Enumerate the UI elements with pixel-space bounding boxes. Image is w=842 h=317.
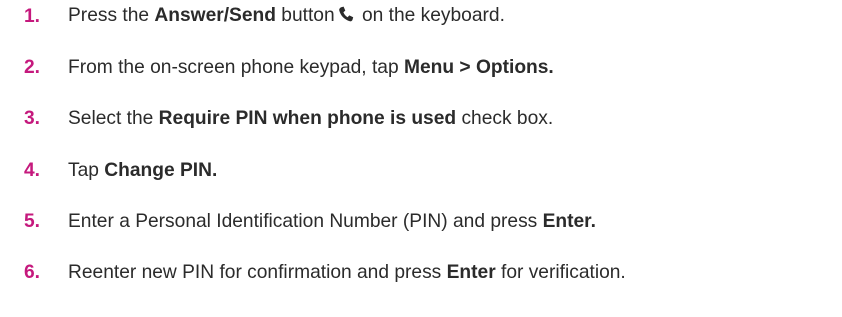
step-number: 1.	[24, 6, 41, 27]
option-name: Require PIN when phone is used	[158, 108, 457, 130]
step-5: 5. Enter a Personal Identification Numbe…	[24, 211, 836, 233]
key-name: Enter	[446, 261, 496, 283]
key-name: Enter.	[542, 210, 596, 232]
step-text-part: for verification.	[495, 261, 626, 283]
step-text: Tap Change PIN.	[68, 160, 217, 182]
step-text: Enter a Personal Identification Number (…	[68, 211, 596, 233]
step-text: Press the Answer/Send button on the keyb…	[68, 5, 505, 29]
step-text-part: Press the	[68, 5, 155, 26]
step-4: 4. Tap Change PIN.	[24, 160, 836, 182]
step-3: 3. Select the Require PIN when phone is …	[24, 108, 836, 130]
step-text-part: Enter a Personal Identification Number (…	[68, 210, 543, 232]
phone-icon	[338, 6, 354, 29]
step-text-part: on the keyboard.	[356, 5, 505, 26]
step-text: From the on-screen phone keypad, tap Men…	[68, 57, 554, 79]
menu-path: Menu > Options.	[403, 57, 554, 79]
step-number: 3.	[24, 108, 41, 130]
step-text-part: check box.	[456, 108, 554, 130]
step-text-part: Tap	[68, 159, 105, 181]
option-name: Change PIN.	[104, 159, 218, 181]
step-text-part: button	[275, 5, 335, 26]
key-name: Answer/Send	[154, 5, 276, 26]
step-number: 6.	[24, 261, 41, 283]
step-text: Select the Require PIN when phone is use…	[68, 108, 553, 130]
step-number: 2.	[24, 57, 41, 79]
step-2: 2. From the on-screen phone keypad, tap …	[24, 57, 836, 79]
step-number: 5.	[24, 210, 41, 232]
step-1: 1. Press the Answer/Send button on the k…	[24, 5, 836, 29]
step-number: 4.	[24, 159, 41, 181]
instruction-steps: 1. Press the Answer/Send button on the k…	[24, 5, 836, 284]
step-text-part: Reenter new PIN for confirmation and pre…	[68, 261, 447, 283]
step-text-part: From the on-screen phone keypad, tap	[68, 57, 404, 79]
step-6: 6. Reenter new PIN for confirmation and …	[24, 262, 836, 284]
step-text: Reenter new PIN for confirmation and pre…	[68, 262, 626, 284]
step-text-part: Select the	[68, 108, 159, 130]
